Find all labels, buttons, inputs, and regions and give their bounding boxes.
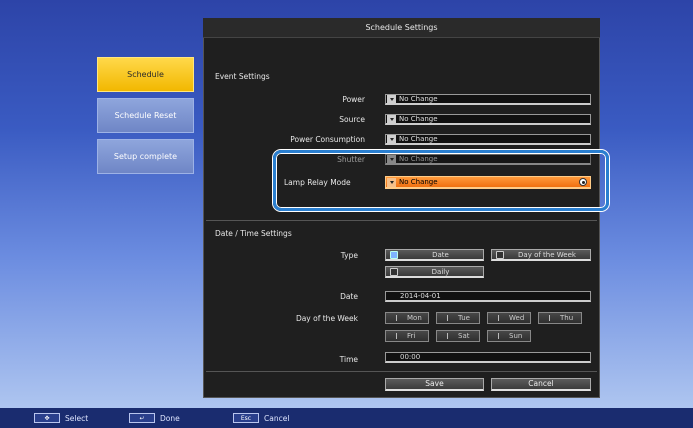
- day-tue-toggle[interactable]: Tue: [436, 312, 480, 324]
- chevron-down-icon: [387, 134, 396, 144]
- radio-off-icon: [496, 250, 504, 259]
- type-date-label: Date: [432, 250, 449, 259]
- focus-highlight: [273, 150, 609, 211]
- type-date-option[interactable]: Date: [385, 249, 484, 261]
- hint-cancel-label: Cancel: [264, 413, 290, 423]
- hint-select: ✥ Select: [34, 413, 88, 423]
- time-field[interactable]: 00:00: [385, 352, 591, 363]
- day-sat-label: Sat: [458, 332, 470, 340]
- checkbox-icon: [447, 315, 453, 321]
- radio-off-icon: [390, 267, 398, 276]
- status-bar: ✥ Select ↵ Done Esc Cancel: [0, 408, 693, 428]
- radio-on-icon: [390, 250, 398, 259]
- day-of-week-label: Day of the Week: [295, 314, 358, 323]
- day-mon-toggle[interactable]: Mon: [385, 312, 429, 324]
- cancel-button[interactable]: Cancel: [491, 378, 591, 391]
- date-field[interactable]: 2014-04-01: [385, 291, 591, 302]
- day-mon-label: Mon: [407, 314, 422, 322]
- day-wed-label: Wed: [509, 314, 525, 322]
- menu-schedule[interactable]: Schedule: [97, 57, 194, 92]
- checkbox-icon: [498, 333, 504, 339]
- type-daily-label: Daily: [431, 267, 450, 276]
- save-button[interactable]: Save: [385, 378, 484, 391]
- chevron-down-icon: [387, 114, 396, 124]
- day-sun-label: Sun: [509, 332, 523, 340]
- hint-done-label: Done: [160, 413, 180, 423]
- power-value: No Change: [399, 95, 438, 103]
- section-divider: [206, 220, 597, 221]
- day-fri-label: Fri: [407, 332, 416, 340]
- day-wed-toggle[interactable]: Wed: [487, 312, 531, 324]
- arrow-keys-icon: ✥: [34, 413, 60, 423]
- enter-key-icon: ↵: [129, 413, 155, 423]
- power-consumption-select[interactable]: No Change: [385, 134, 591, 145]
- checkbox-icon: [498, 315, 504, 321]
- event-settings-heading: Event Settings: [215, 72, 270, 81]
- day-thu-label: Thu: [560, 314, 574, 322]
- checkbox-icon: [396, 333, 402, 339]
- hint-cancel: Esc Cancel: [233, 413, 289, 423]
- source-select[interactable]: No Change: [385, 114, 591, 125]
- esc-key-icon: Esc: [233, 413, 259, 423]
- date-label: Date: [340, 292, 358, 301]
- type-label: Type: [340, 251, 358, 260]
- type-dow-label: Day of the Week: [518, 250, 576, 259]
- power-label: Power: [342, 95, 365, 104]
- checkbox-icon: [549, 315, 555, 321]
- day-sun-toggle[interactable]: Sun: [487, 330, 531, 342]
- actions-divider: [206, 371, 597, 372]
- day-tue-label: Tue: [458, 314, 470, 322]
- chevron-down-icon: [387, 94, 396, 104]
- datetime-settings-heading: Date / Time Settings: [215, 229, 292, 238]
- type-daily-option[interactable]: Daily: [385, 266, 484, 278]
- menu-setup-complete[interactable]: Setup complete: [97, 139, 194, 174]
- menu-setup-complete-label: Setup complete: [113, 152, 178, 161]
- page-title: Schedule Settings: [203, 18, 600, 38]
- time-label: Time: [339, 355, 358, 364]
- source-label: Source: [339, 115, 365, 124]
- menu-schedule-reset-label: Schedule Reset: [114, 111, 177, 120]
- hint-done: ↵ Done: [129, 413, 180, 423]
- menu-schedule-label: Schedule: [127, 70, 164, 79]
- day-thu-toggle[interactable]: Thu: [538, 312, 582, 324]
- day-fri-toggle[interactable]: Fri: [385, 330, 429, 342]
- power-consumption-label: Power Consumption: [290, 135, 365, 144]
- power-consumption-value: No Change: [399, 135, 438, 143]
- power-select[interactable]: No Change: [385, 94, 591, 105]
- hint-select-label: Select: [65, 413, 89, 423]
- menu-schedule-reset[interactable]: Schedule Reset: [97, 98, 194, 133]
- source-value: No Change: [399, 115, 438, 123]
- day-sat-toggle[interactable]: Sat: [436, 330, 480, 342]
- type-dow-option[interactable]: Day of the Week: [491, 249, 591, 261]
- checkbox-icon: [447, 333, 453, 339]
- checkbox-icon: [396, 315, 402, 321]
